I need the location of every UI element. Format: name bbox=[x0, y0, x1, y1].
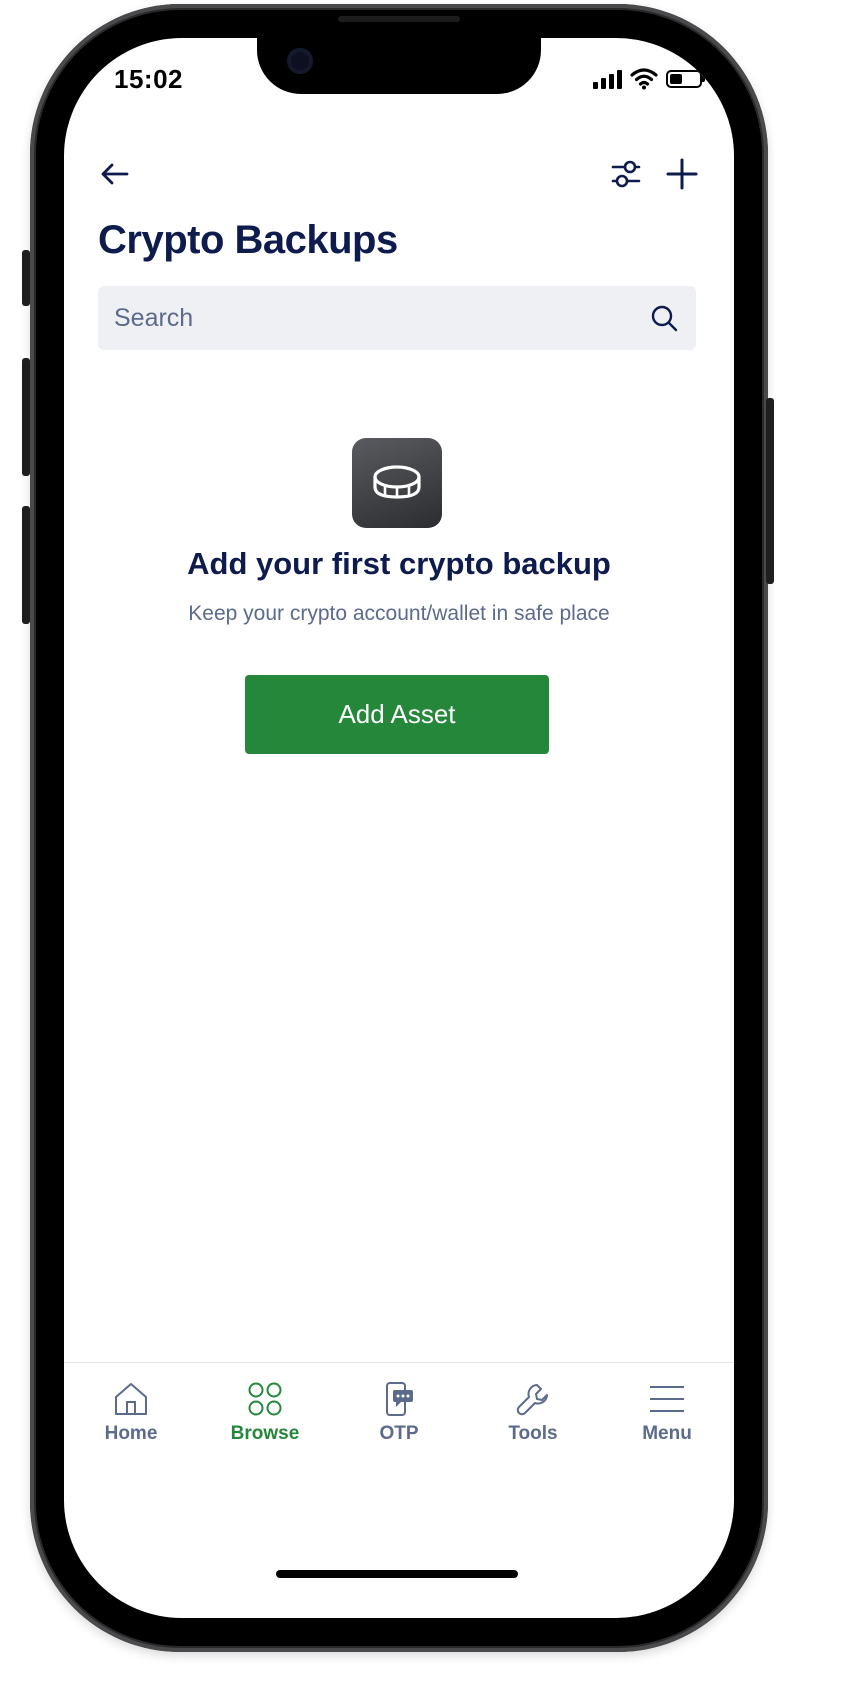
power-button bbox=[766, 398, 774, 584]
tab-home[interactable]: Home bbox=[64, 1363, 198, 1483]
filter-button[interactable] bbox=[604, 152, 648, 196]
tab-home-label: Home bbox=[104, 1423, 158, 1444]
back-button[interactable] bbox=[94, 154, 134, 194]
wifi-icon bbox=[630, 68, 658, 90]
page-title: Crypto Backups bbox=[98, 218, 398, 262]
phone-message-icon bbox=[386, 1382, 413, 1416]
tab-tools[interactable]: Tools bbox=[466, 1363, 600, 1483]
tab-menu-label: Menu bbox=[642, 1423, 692, 1444]
volume-up-button bbox=[22, 358, 30, 476]
empty-state-subtitle: Keep your crypto account/wallet in safe … bbox=[188, 602, 610, 625]
empty-state-icon-tile bbox=[352, 438, 442, 528]
search-button[interactable] bbox=[644, 298, 684, 338]
plus-icon bbox=[666, 158, 698, 190]
battery-icon bbox=[666, 70, 705, 88]
arrow-left-icon bbox=[101, 163, 129, 185]
status-icons bbox=[593, 68, 705, 90]
tab-otp[interactable]: OTP bbox=[332, 1363, 466, 1483]
tab-browse[interactable]: Browse bbox=[198, 1363, 332, 1483]
earpiece-speaker bbox=[338, 16, 460, 22]
tab-menu[interactable]: Menu bbox=[600, 1363, 734, 1483]
hamburger-icon bbox=[650, 1386, 684, 1412]
grid-circles-icon bbox=[248, 1382, 282, 1416]
status-time: 15:02 bbox=[114, 64, 183, 94]
search-input[interactable] bbox=[98, 286, 644, 350]
front-camera bbox=[287, 48, 313, 74]
silent-switch bbox=[22, 250, 30, 306]
sliders-icon bbox=[611, 160, 641, 188]
home-indicator[interactable] bbox=[276, 1570, 518, 1578]
empty-state-title: Add your first crypto backup bbox=[187, 546, 611, 581]
bottom-tab-bar: Home Browse OTP Tools Menu bbox=[64, 1362, 734, 1483]
tab-browse-label: Browse bbox=[230, 1423, 300, 1444]
app-screen: 15:02 Crypto Backups Search Add your fir… bbox=[64, 38, 734, 1618]
add-asset-button[interactable]: Add Asset bbox=[245, 675, 549, 754]
search-icon bbox=[651, 305, 678, 332]
home-icon bbox=[115, 1383, 147, 1415]
volume-down-button bbox=[22, 506, 30, 624]
add-button[interactable] bbox=[660, 152, 704, 196]
search-bar bbox=[98, 286, 696, 350]
coin-icon bbox=[373, 465, 421, 499]
tab-otp-label: OTP bbox=[379, 1423, 419, 1444]
notch bbox=[257, 38, 541, 94]
tab-tools-label: Tools bbox=[508, 1423, 558, 1444]
wrench-icon bbox=[516, 1384, 548, 1416]
cellular-signal-icon bbox=[593, 69, 622, 89]
